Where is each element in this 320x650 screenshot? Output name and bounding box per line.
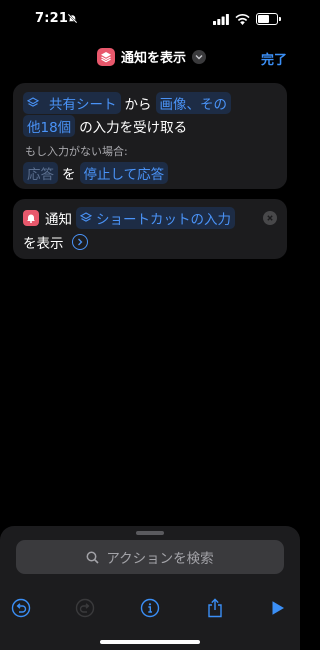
show-text: を表示 — [23, 236, 64, 252]
notification-action-icon — [23, 210, 39, 226]
respond-token[interactable]: 応答 — [23, 162, 58, 184]
home-indicator — [100, 640, 200, 644]
share-sheet-token[interactable]: 共有シート — [23, 92, 121, 114]
battery-icon — [256, 13, 281, 25]
content-types-label-cont: 他18個 — [27, 120, 72, 136]
undo-icon — [11, 598, 31, 618]
close-icon — [267, 215, 273, 221]
remove-action-button[interactable] — [263, 211, 277, 225]
show-notification-action[interactable]: 通知 ショートカットの入力 を表示 — [13, 199, 287, 259]
content-types-token[interactable]: 画像、その — [155, 92, 231, 114]
chevron-right-icon — [77, 238, 82, 246]
wo-text: を — [62, 167, 76, 183]
layers-icon — [80, 212, 92, 222]
share-icon — [208, 598, 222, 618]
shortcut-app-icon — [97, 47, 115, 66]
redo-button[interactable] — [74, 597, 96, 619]
redo-icon — [75, 598, 95, 618]
shortcut-input-label: ショートカットの入力 — [96, 212, 231, 228]
stop-and-respond-label: 停止して応答 — [83, 167, 165, 183]
shortcut-title-button[interactable]: 通知を表示 — [97, 47, 207, 66]
run-button[interactable] — [267, 597, 289, 619]
bell-slash-icon — [67, 13, 78, 24]
done-button[interactable]: 完了 — [261, 49, 287, 68]
nav-bar: 通知を表示 完了 — [0, 44, 300, 72]
layers-icon — [101, 51, 111, 62]
info-button[interactable] — [139, 597, 161, 619]
page-title: 通知を表示 — [121, 51, 187, 66]
stop-and-respond-token[interactable]: 停止して応答 — [79, 162, 169, 184]
share-button[interactable] — [204, 597, 226, 619]
sheet-grabber[interactable] — [136, 531, 164, 535]
search-icon — [86, 551, 99, 564]
battery-level — [258, 15, 269, 23]
play-icon — [272, 601, 284, 615]
notification-label: 通知 — [45, 212, 72, 228]
layers-icon — [27, 97, 39, 107]
content-types-label: 画像、その — [159, 97, 228, 113]
status-indicators — [213, 13, 281, 25]
shortcut-input-token[interactable]: ショートカットの入力 — [76, 207, 235, 229]
info-icon — [140, 598, 160, 618]
content-types-token-cont[interactable]: 他18個 — [23, 115, 76, 137]
chevron-down-icon — [195, 54, 203, 59]
no-input-label: もし入力がない場合: — [25, 145, 128, 158]
from-text: から — [124, 97, 152, 113]
bell-icon — [27, 214, 35, 223]
respond-label: 応答 — [27, 167, 54, 183]
wifi-icon — [235, 13, 250, 25]
title-menu-button[interactable] — [192, 49, 207, 64]
receive-input-text: の入力を受け取る — [79, 120, 188, 136]
undo-button[interactable] — [10, 597, 32, 619]
actions-sheet: アクションを検索 — [0, 526, 300, 650]
share-sheet-label: 共有シート — [49, 97, 117, 113]
receive-input-action[interactable]: 共有シート から 画像、その 他18個 の入力を受け取る もし入力がない場合: … — [13, 83, 287, 189]
action-search-field[interactable]: アクションを検索 — [16, 540, 284, 574]
expand-options-button[interactable] — [71, 234, 88, 250]
cellular-signal-icon — [213, 13, 229, 25]
status-time: 7:21 — [35, 11, 69, 26]
search-placeholder: アクションを検索 — [106, 551, 214, 567]
